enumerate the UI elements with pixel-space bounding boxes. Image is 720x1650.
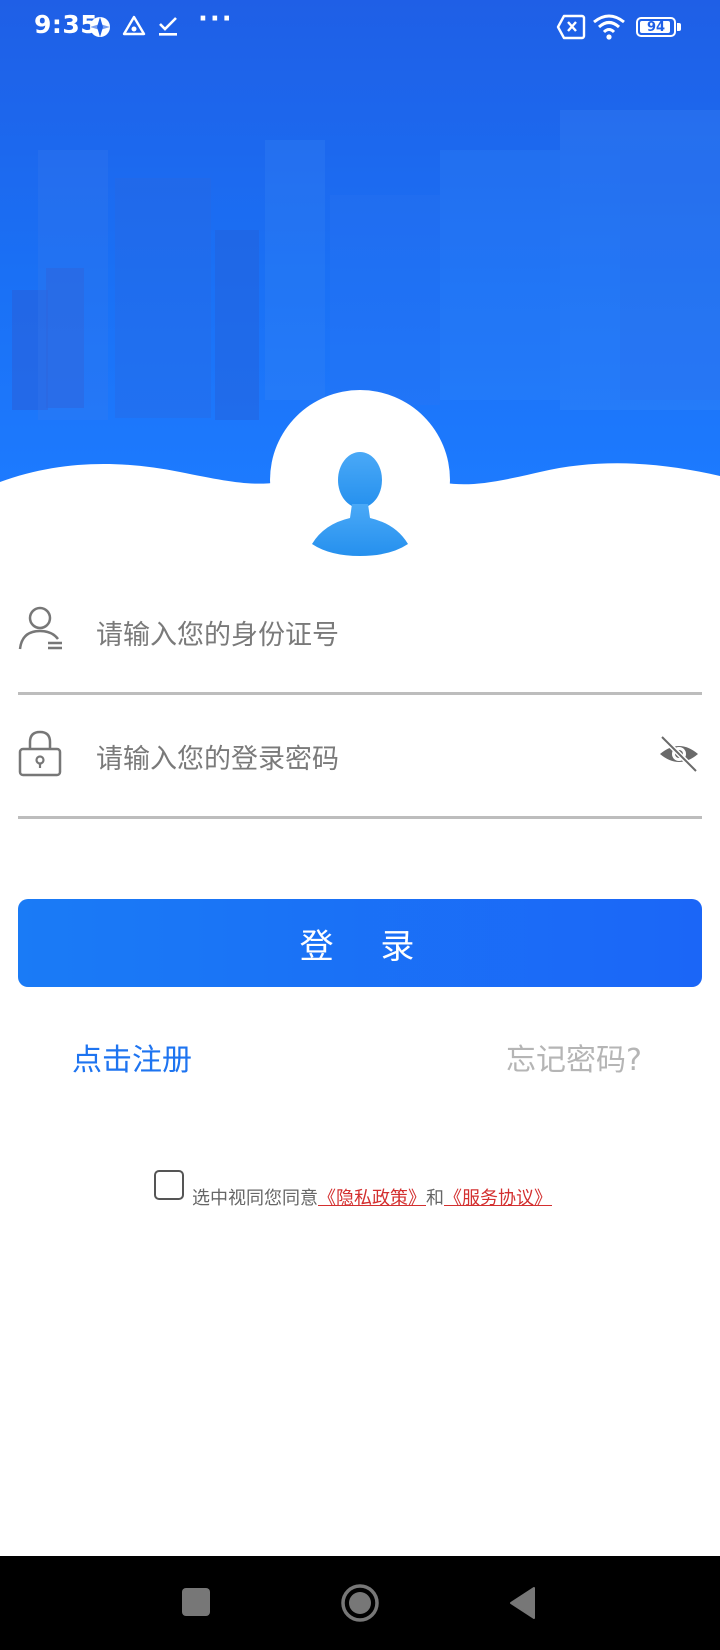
no-sim-icon [556, 14, 586, 40]
status-bar: 9:35 ··· 94 [0, 0, 720, 56]
warning-triangle-icon [122, 15, 146, 36]
more-dots-icon: ··· [198, 4, 234, 34]
avatar-user-icon [312, 452, 408, 556]
agreement-and: 和 [426, 1188, 444, 1209]
vpn-icon [90, 17, 110, 37]
battery-tip [677, 23, 681, 31]
service-agreement-link[interactable]: 《服务协议》 [444, 1188, 552, 1209]
back-button[interactable] [508, 1586, 538, 1620]
id-number-input[interactable] [96, 575, 656, 695]
recent-apps-button[interactable] [182, 1588, 210, 1616]
forgot-password-link[interactable]: 忘记密码? [506, 1035, 642, 1079]
login-button[interactable]: 登 录 [18, 899, 702, 987]
toggle-password-visibility-icon[interactable] [658, 734, 700, 774]
agreement-prefix: 选中视同您同意 [192, 1188, 318, 1209]
privacy-policy-link[interactable]: 《隐私政策》 [318, 1188, 426, 1209]
user-icon [18, 606, 62, 650]
system-navigation-bar [0, 1556, 720, 1650]
battery-level: 94 [646, 20, 666, 35]
check-download-icon [159, 17, 177, 36]
password-field [18, 699, 702, 819]
wifi-icon [593, 14, 625, 40]
password-input[interactable] [96, 699, 656, 819]
password-field-underline [18, 816, 702, 819]
home-button[interactable] [340, 1583, 380, 1623]
battery-icon: 94 [636, 17, 676, 37]
id-field-underline [18, 692, 702, 695]
register-link[interactable]: 点击注册 [72, 1035, 192, 1079]
agreement-checkbox[interactable] [154, 1170, 184, 1200]
agreement-text: 选中视同您同意《隐私政策》和《服务协议》 [192, 1184, 552, 1210]
id-number-field [18, 575, 702, 695]
lock-icon [18, 730, 62, 777]
